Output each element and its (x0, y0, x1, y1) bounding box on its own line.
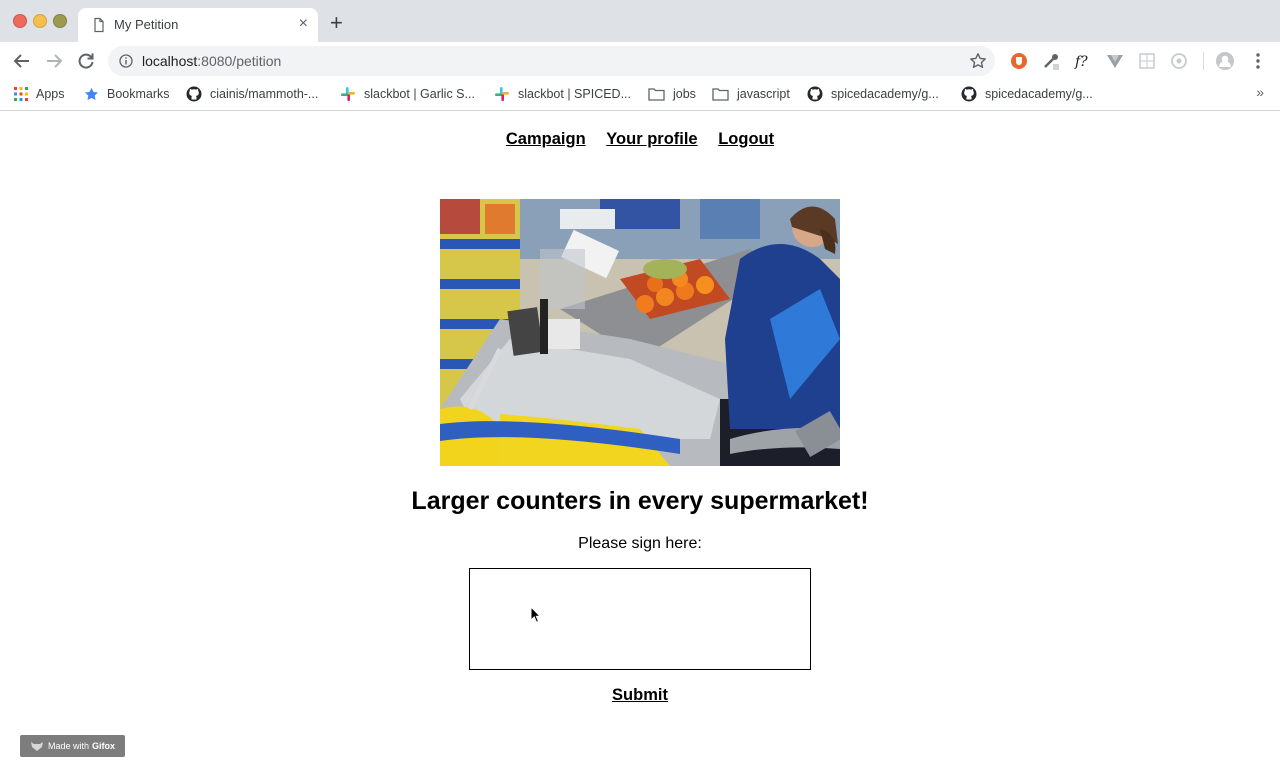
bookmark-label: slackbot | SPICED... (518, 87, 632, 101)
address-bar[interactable]: localhost:8080/petition (108, 46, 995, 76)
folder-icon (712, 88, 729, 101)
new-tab-button[interactable]: + (330, 12, 343, 34)
bookmark-github-spiced-1[interactable]: spicedacademy/g... (807, 84, 939, 104)
active-tab[interactable]: My Petition × (78, 8, 318, 42)
extension-shield-icon[interactable] (1009, 51, 1029, 71)
site-nav: Campaign Your profile Logout (0, 130, 1280, 149)
window-close-button[interactable] (13, 14, 27, 28)
bookmarks-bar: Apps Bookmarks ciainis/mammoth-... slack… (0, 79, 1280, 111)
font-finder-icon[interactable]: f? (1073, 51, 1093, 71)
slack-icon (495, 87, 509, 101)
bookmark-github-mammoth[interactable]: ciainis/mammoth-... (186, 84, 318, 104)
profile-avatar-icon[interactable] (1215, 51, 1235, 71)
petition-page: Campaign Your profile Logout Larger coun… (0, 111, 1280, 777)
forward-arrow-icon[interactable] (43, 50, 65, 72)
bookmark-slackbot-garlic[interactable]: slackbot | Garlic S... (340, 84, 475, 104)
tab-close-icon[interactable]: × (299, 15, 308, 33)
svg-text:f?: f? (1074, 54, 1088, 70)
bookmark-label: javascript (737, 87, 790, 101)
watermark-brand: Gifox (92, 741, 116, 751)
extension-circle-icon[interactable] (1169, 51, 1189, 71)
bookmark-label: spicedacademy/g... (831, 87, 939, 101)
menu-dots-icon[interactable] (1248, 51, 1268, 71)
apps-grid-icon (14, 87, 28, 101)
info-icon[interactable] (119, 54, 133, 68)
supermarket-checkout-photo (440, 199, 840, 466)
bookmark-label: jobs (673, 87, 696, 101)
watermark-prefix: Made with (47, 741, 89, 751)
url-text: localhost:8080/petition (142, 53, 281, 69)
bookmark-github-spiced-2[interactable]: spicedacademy/g... (961, 84, 1093, 104)
github-icon (961, 86, 977, 102)
bookmark-slackbot-spiced[interactable]: slackbot | SPICED... (494, 84, 631, 104)
extension-grid-icon[interactable] (1137, 51, 1157, 71)
folder-icon (648, 88, 665, 101)
nav-profile-link[interactable]: Your profile (606, 130, 697, 148)
mouse-cursor-icon (530, 606, 542, 623)
bookmark-label: Bookmarks (107, 87, 170, 101)
slack-icon (341, 87, 355, 101)
bookmark-label: Apps (36, 87, 65, 101)
petition-title: Larger counters in every supermarket! (411, 487, 869, 515)
bookmark-folder-jobs[interactable]: jobs (648, 84, 696, 104)
bookmark-bookmarks[interactable]: Bookmarks (84, 84, 170, 104)
window-maximize-button[interactable] (53, 14, 67, 28)
url-path: :8080/petition (197, 53, 282, 69)
reload-icon[interactable] (75, 50, 97, 72)
back-arrow-icon[interactable] (11, 50, 33, 72)
bookmark-star-icon[interactable] (969, 52, 987, 70)
window-minimize-button[interactable] (33, 14, 47, 28)
nav-campaign-link[interactable]: Campaign (506, 130, 586, 148)
signature-canvas[interactable] (469, 568, 811, 670)
bookmark-folder-javascript[interactable]: javascript (712, 84, 790, 104)
github-icon (807, 86, 823, 102)
bookmark-label: spicedacademy/g... (985, 87, 1093, 101)
sign-label: Please sign here: (578, 535, 702, 552)
tab-strip: My Petition × + (0, 0, 1280, 42)
submit-button[interactable]: Submit (612, 686, 668, 704)
url-host: localhost (142, 53, 198, 69)
toolbar-divider (1203, 52, 1204, 70)
gifox-watermark: Made with Gifox (20, 735, 125, 757)
document-icon (94, 17, 104, 33)
tab-title: My Petition (114, 17, 179, 32)
bookmark-label: ciainis/mammoth-... (210, 87, 319, 101)
submit-container: Submit (0, 686, 1280, 705)
bookmarks-overflow-button[interactable]: » (1256, 84, 1264, 100)
star-icon (85, 87, 98, 100)
github-icon (186, 86, 202, 102)
vue-devtools-icon[interactable] (1105, 51, 1125, 71)
nav-logout-link[interactable]: Logout (718, 130, 774, 148)
fox-logo-icon (30, 741, 43, 751)
bookmark-apps[interactable]: Apps (14, 84, 65, 104)
bookmark-label: slackbot | Garlic S... (364, 87, 475, 101)
browser-toolbar: localhost:8080/petition f? (0, 42, 1280, 79)
color-picker-icon[interactable] (1041, 51, 1061, 71)
